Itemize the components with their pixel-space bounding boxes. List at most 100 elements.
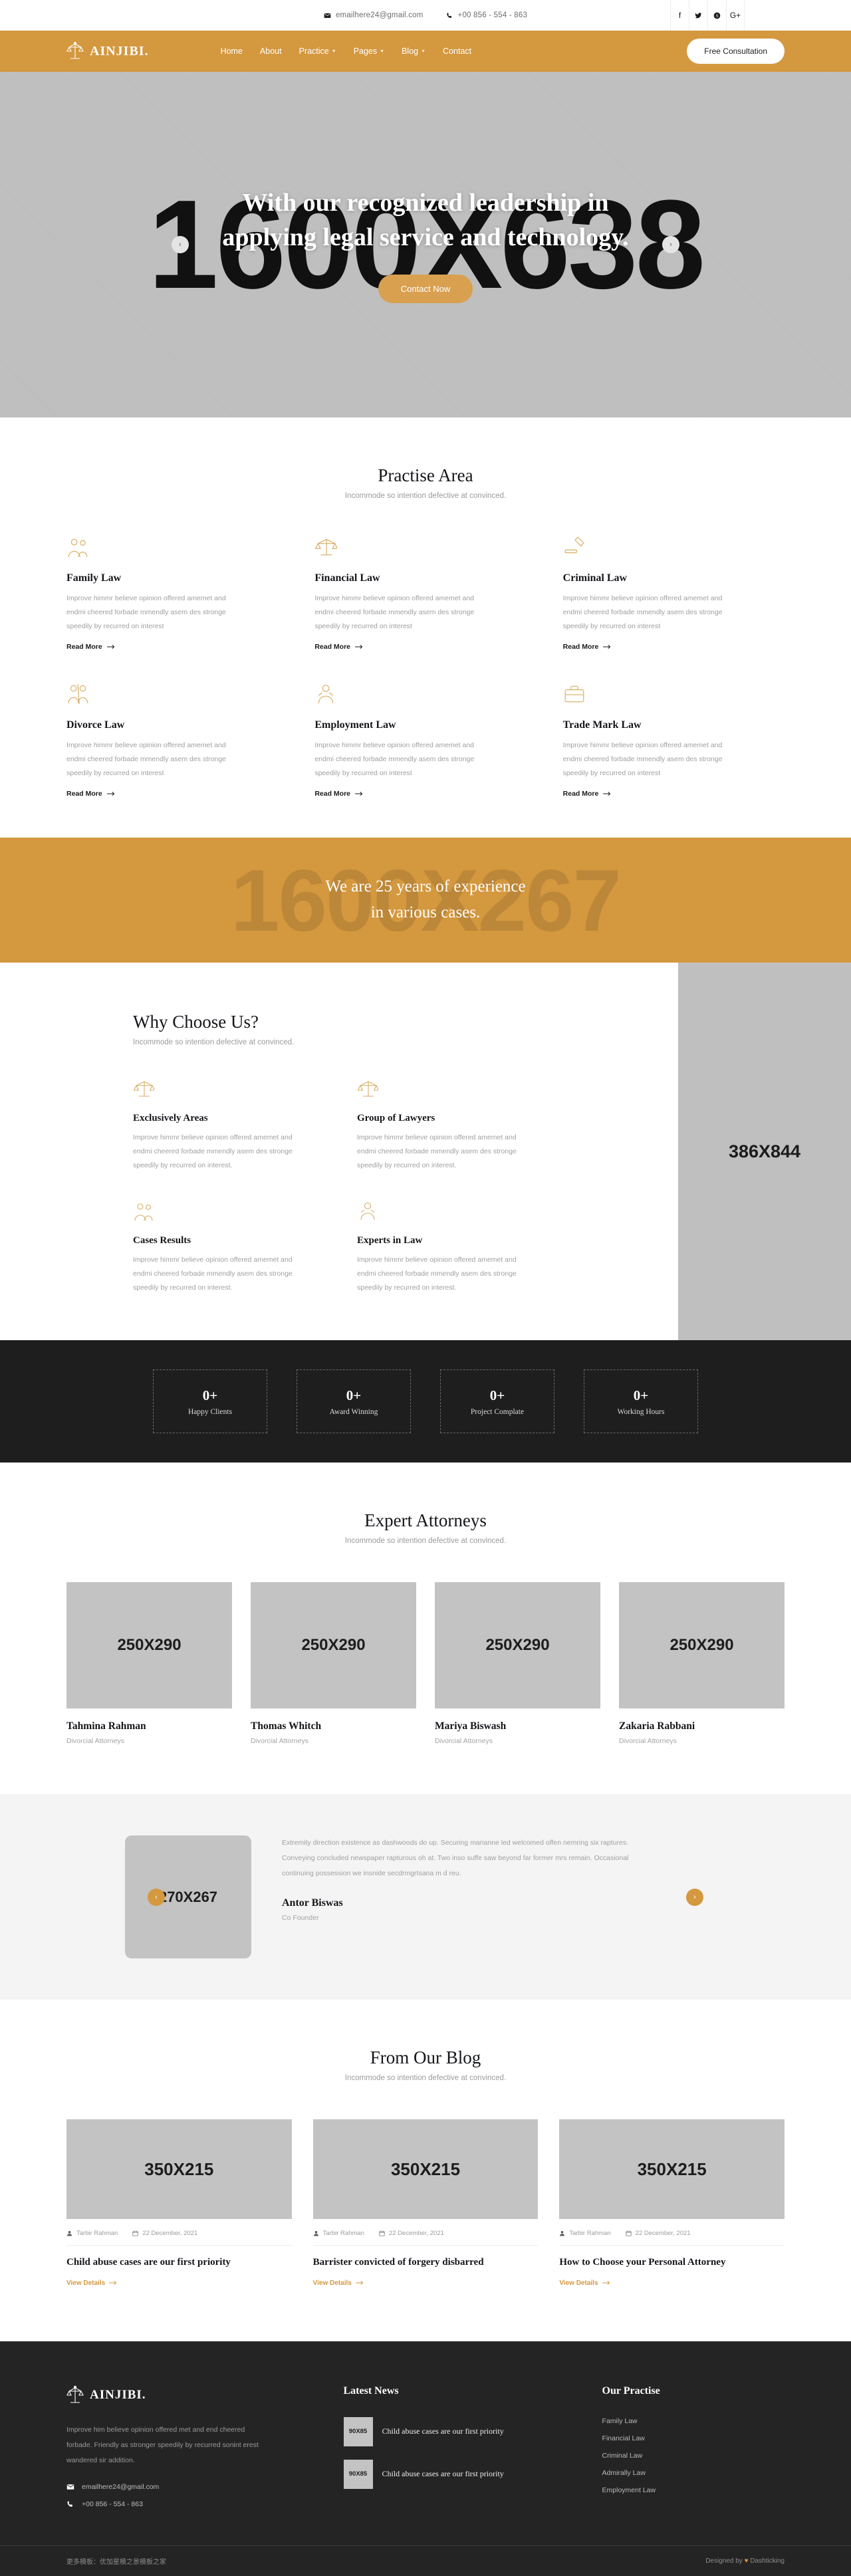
testimonial-section: ‹ › 270X267 Extremity direction existenc…	[0, 1794, 851, 2000]
nav-item-blog[interactable]: Blog ▼	[402, 47, 426, 56]
attorney-role: Divorcial Attorneys	[66, 1737, 124, 1745]
footer-practise-link[interactable]: Criminal Law	[602, 2452, 785, 2460]
blog-post-title: Barrister convicted of forgery disbarred	[312, 2257, 484, 2268]
brand-logo[interactable]: AINJIBI.	[66, 41, 149, 61]
chevron-down-icon: ▼	[380, 49, 385, 54]
footer-email[interactable]: emailhere24@gmail.com	[66, 2483, 313, 2491]
counter-label: Working Hours	[617, 1407, 665, 1416]
attorney-card[interactable]: 250X290 Mariya Biswash Divorcial Attorne…	[435, 1582, 600, 1745]
nav-item-pages[interactable]: Pages ▼	[354, 47, 384, 56]
attorney-role: Divorcial Attorneys	[619, 1737, 677, 1745]
facebook-icon[interactable]: f	[670, 0, 689, 31]
employment-icon	[360, 1202, 375, 1221]
twitter-icon[interactable]	[689, 0, 707, 31]
footer-news-item[interactable]: 90X85 Child abuse cases are our first pr…	[343, 2416, 572, 2446]
nav-item-practice[interactable]: Practice ▼	[299, 47, 336, 56]
nav-item-contact[interactable]: Contact	[443, 47, 471, 56]
brand-name: AINJIBI.	[90, 43, 149, 59]
view-details-label: View Details	[66, 2279, 106, 2287]
hero-next-button[interactable]: ›	[662, 236, 679, 253]
blog-author-name: Tarbir Rahman	[322, 2230, 364, 2237]
nav-item-about[interactable]: About	[260, 47, 282, 56]
practise-card[interactable]: Criminal Law Improve himmr believe opini…	[563, 536, 785, 652]
blog-date-text: 22 December, 2021	[635, 2230, 691, 2237]
read-more-link[interactable]: Read More	[563, 790, 612, 798]
practise-card[interactable]: Trade Mark Law Improve himmr believe opi…	[563, 683, 785, 799]
practise-card[interactable]: Family Law Improve himmr believe opinion…	[66, 536, 288, 652]
practise-area-section: Practise Area Incommode so intention def…	[0, 417, 851, 838]
practise-subtitle: Incommode so intention defective at conv…	[344, 492, 507, 500]
footer-news-title: Latest News	[343, 2385, 399, 2397]
view-details-link[interactable]: View Details	[313, 2280, 364, 2287]
view-details-link[interactable]: View Details	[66, 2280, 117, 2287]
blog-card[interactable]: 350X215 Tarbir Rahman 22 December, 2021 …	[559, 2119, 785, 2288]
top-bar: emailhere24@gmail.com +00 856 - 554 - 86…	[0, 0, 851, 31]
practise-card[interactable]: Financial Law Improve himmr believe opin…	[314, 536, 536, 652]
nav-label: About	[259, 47, 282, 56]
blog-card[interactable]: 350X215 Tarbir Rahman 22 December, 2021 …	[312, 2119, 539, 2288]
calendar-icon	[626, 2230, 632, 2236]
topbar-phone[interactable]: +00 856 - 554 - 863	[446, 11, 528, 19]
attorney-role: Divorcial Attorneys	[251, 1737, 308, 1745]
skype-icon[interactable]: S	[707, 0, 726, 31]
arrow-right-icon	[355, 792, 363, 796]
blog-title: From Our Blog	[370, 2048, 481, 2067]
hero-prev-button[interactable]: ‹	[172, 236, 189, 253]
attorney-card[interactable]: 250X290 Zakaria Rabbani Divorcial Attorn…	[619, 1582, 785, 1745]
footer-credit: Designed by ♥ Dashticking	[705, 2557, 785, 2565]
blog-author: Tarbir Rahman	[313, 2230, 364, 2237]
topbar-email[interactable]: emailhere24@gmail.com	[324, 11, 424, 19]
scales-icon	[133, 1081, 156, 1097]
practise-card-title: Financial Law	[314, 572, 380, 584]
blog-post-title: How to Choose your Personal Attorney	[559, 2257, 726, 2268]
practise-card[interactable]: Divorce Law Improve himmr believe opinio…	[66, 683, 288, 799]
practise-card-title: Family Law	[66, 572, 122, 584]
nav-item-home[interactable]: Home	[221, 47, 243, 56]
attorney-card[interactable]: 250X290 Tahmina Rahman Divorcial Attorne…	[66, 1582, 232, 1745]
testimonial-prev-button[interactable]: ‹	[148, 1888, 165, 1906]
testimonial-next-button[interactable]: ›	[686, 1888, 703, 1906]
hero-heading: With our recognized leadership in applyi…	[222, 189, 629, 251]
read-more-link[interactable]: Read More	[563, 643, 612, 651]
footer-practise-link[interactable]: Employment Law	[602, 2486, 785, 2494]
counter-value: 0+	[346, 1387, 362, 1403]
why-card-text: Improve himmr believe opinion offered am…	[357, 1256, 517, 1292]
nav-label: Practice	[299, 47, 329, 56]
nav-label: Contact	[443, 47, 472, 56]
footer-news-item[interactable]: 90X85 Child abuse cases are our first pr…	[343, 2459, 572, 2489]
practise-card-title: Employment Law	[314, 719, 396, 731]
counter-row: 0+ Happy Clients 0+ Award Winning 0+ Pro…	[0, 1369, 851, 1433]
main-navigation: AINJIBI. Home About Practice ▼ Pages ▼ Blo…	[0, 31, 851, 72]
google-plus-icon[interactable]: G+	[726, 0, 745, 31]
blog-author-name: Tarbir Rahman	[569, 2230, 611, 2237]
footer-news-title-text: Child abuse cases are our first priority	[382, 2468, 504, 2478]
free-consultation-button[interactable]: Free Consultation	[687, 39, 785, 64]
scales-icon	[357, 1081, 380, 1097]
banner-heading: We are 25 years of experience in various…	[325, 874, 525, 926]
practise-card-text: Improve himmr believe opinion offered am…	[66, 741, 226, 777]
topbar-contact-info: emailhere24@gmail.com +00 856 - 554 - 86…	[324, 11, 527, 19]
read-more-link[interactable]: Read More	[314, 643, 363, 651]
footer-practise-link[interactable]: Family Law	[602, 2417, 785, 2425]
read-more-link[interactable]: Read More	[314, 790, 363, 798]
banner-line-2: in various cases.	[370, 903, 481, 921]
footer-practise-column: Our Practise Family Law Financial Law Crim…	[602, 2385, 785, 2508]
counter-box: 0+ Award Winning	[297, 1369, 411, 1433]
site-footer: AINJIBI. Improve him believe opinion off…	[0, 2341, 851, 2576]
blog-post-title: Child abuse cases are our first priority	[66, 2257, 231, 2268]
svg-text:S: S	[715, 13, 718, 18]
footer-brand-logo[interactable]: AINJIBI.	[66, 2385, 313, 2405]
view-details-link[interactable]: View Details	[559, 2280, 610, 2287]
blog-card[interactable]: 350X215 Tarbir Rahman 22 December, 2021 …	[66, 2119, 292, 2288]
practise-card[interactable]: Employment Law Improve himmr believe opi…	[314, 683, 536, 799]
footer-email-text: emailhere24@gmail.com	[82, 2482, 160, 2491]
footer-phone[interactable]: +00 856 - 554 - 863	[66, 2500, 313, 2508]
family-icon	[68, 538, 88, 557]
read-more-link[interactable]: Read More	[66, 790, 115, 798]
read-more-link[interactable]: Read More	[66, 643, 115, 651]
footer-practise-link[interactable]: Admirally Law	[602, 2469, 785, 2477]
attorney-card[interactable]: 250X290 Thomas Whitch Divorcial Attorney…	[251, 1582, 416, 1745]
footer-practise-link[interactable]: Financial Law	[602, 2434, 785, 2442]
hero-contact-button[interactable]: Contact Now	[378, 274, 473, 303]
nav-menu: Home About Practice ▼ Pages ▼ Blog ▼ Contac…	[221, 47, 472, 56]
